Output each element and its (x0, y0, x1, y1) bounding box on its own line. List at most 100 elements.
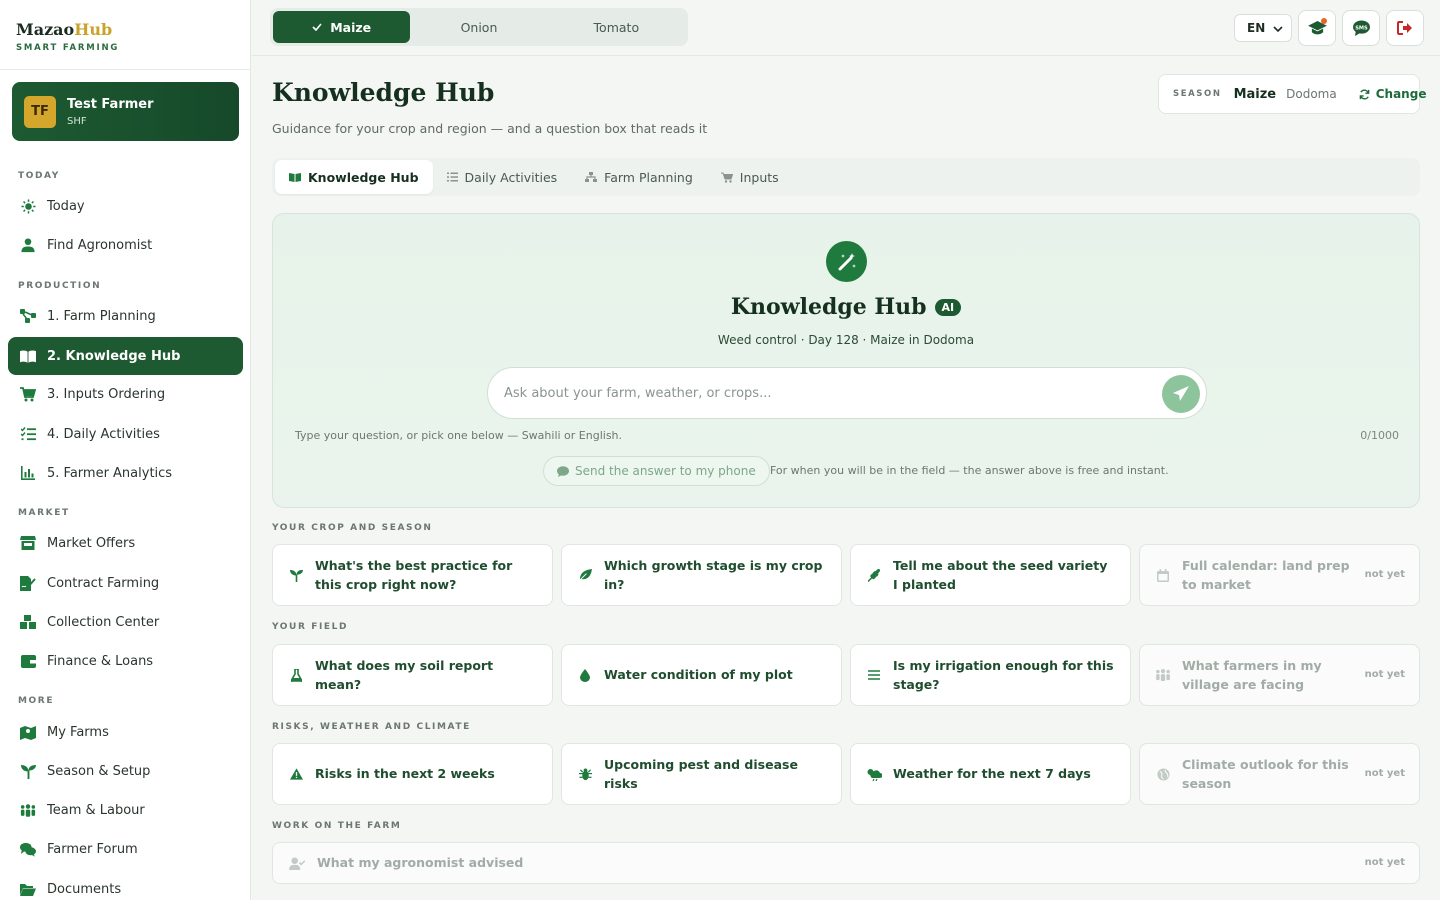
user-role: SHF (67, 115, 87, 127)
send-to-phone-button[interactable]: Send the answer to my phone (543, 456, 770, 486)
book-open-icon (289, 172, 301, 182)
page-title: Knowledge Hub (272, 78, 495, 107)
brand-subtitle: SMART FARMING (16, 43, 120, 53)
change-season-button[interactable]: Change (1359, 87, 1427, 101)
question-box (487, 367, 1207, 419)
crop-switcher: Maize Onion Tomato (270, 8, 688, 46)
question-card-label: What's the best practice for this crop r… (315, 557, 513, 592)
tab-daily-activities[interactable]: Daily Activities (433, 160, 572, 194)
sidebar-item-today[interactable]: Today (8, 187, 243, 225)
question-card-label: Upcoming pest and disease risks (604, 756, 798, 791)
logout-button[interactable] (1386, 10, 1424, 46)
sms-icon: SMS (1352, 20, 1370, 36)
training-button[interactable] (1298, 10, 1336, 46)
question-card-label: What my agronomist advised (317, 855, 524, 871)
sidebar-item-knowledge-hub[interactable]: 2. Knowledge Hub (8, 337, 243, 375)
top-bar: Maize Onion Tomato EN SMS (252, 0, 1440, 56)
question-card-label: Weather for the next 7 days (893, 766, 1091, 782)
question-card[interactable]: Risks in the next 2 weeks (272, 743, 553, 805)
sms-button[interactable]: SMS (1342, 10, 1380, 46)
question-card-label: Risks in the next 2 weeks (315, 766, 495, 782)
sidebar-item-collection-center[interactable]: Collection Center (8, 603, 243, 641)
notification-dot (1321, 18, 1327, 24)
user-card[interactable]: TF Test Farmer SHF (12, 82, 239, 141)
tab-farm-planning[interactable]: Farm Planning (571, 160, 707, 194)
sidebar-item-season-setup[interactable]: Season & Setup (8, 752, 243, 790)
question-card-label: Which growth stage is my crop in? (604, 557, 823, 592)
question-card[interactable]: Water condition of my plot (561, 644, 842, 706)
people-group-icon (20, 802, 36, 818)
book-open-icon (20, 348, 36, 364)
question-card[interactable]: Upcoming pest and disease risks (561, 743, 842, 805)
comment-icon (557, 465, 569, 477)
sidebar-item-market-offers[interactable]: Market Offers (8, 524, 243, 562)
sidebar-item-inputs-ordering[interactable]: 3. Inputs Ordering (8, 375, 243, 413)
people-group-icon (1154, 669, 1172, 681)
avatar: TF (24, 95, 56, 128)
question-card[interactable]: What's the best practice for this crop r… (272, 544, 553, 606)
globe-icon (1154, 767, 1172, 781)
sidebar-item-farmer-forum[interactable]: Farmer Forum (8, 830, 243, 868)
sidebar-item-documents[interactable]: Documents (8, 870, 243, 900)
question-card[interactable]: Tell me about the seed variety I planted (850, 544, 1131, 606)
crop-tab-label: Maize (330, 19, 372, 35)
sidebar-item-label: Market Offers (47, 535, 136, 551)
question-input[interactable] (504, 385, 1144, 401)
season-label: SEASON (1173, 89, 1222, 99)
sidebar-item-label: Documents (47, 881, 122, 897)
sidebar-item-find-agronomist[interactable]: Find Agronomist (8, 226, 243, 264)
send-to-phone-label: Send the answer to my phone (575, 464, 756, 478)
sidebar-item-label: Today (47, 198, 85, 214)
brand-name: MazaoHub (16, 20, 234, 39)
cart-icon (720, 172, 733, 183)
ai-badge: AI (934, 299, 962, 316)
tab-knowledge-hub[interactable]: Knowledge Hub (275, 160, 433, 194)
section-label-work: WORK ON THE FARM (272, 821, 402, 831)
language-select[interactable]: EN (1234, 14, 1292, 42)
sidebar-item-my-farms[interactable]: My Farms (8, 713, 243, 751)
question-hint: Type your question, or pick one below — … (295, 429, 623, 442)
brand[interactable]: MazaoHub SMART FARMING (0, 0, 250, 70)
question-card[interactable]: Which growth stage is my crop in? (561, 544, 842, 606)
calendar-icon (1154, 568, 1172, 582)
sidebar-item-finance-loans[interactable]: Finance & Loans (8, 642, 243, 680)
sidebar-item-label: 1. Farm Planning (47, 308, 156, 324)
section-tabs: Knowledge Hub Daily Activities Farm Plan… (272, 158, 1420, 196)
question-card[interactable]: Is my irrigation enough for this stage? (850, 644, 1131, 706)
user-name: Test Farmer (67, 96, 154, 112)
magic-wand-icon (826, 241, 867, 282)
knowledge-hub-panel: Knowledge Hub AI Weed control · Day 128 ·… (272, 213, 1420, 508)
comments-icon (20, 841, 36, 857)
sidebar-item-label: Find Agronomist (47, 237, 153, 253)
sidebar-item-label: Finance & Loans (47, 653, 154, 669)
svg-text:SMS: SMS (1355, 25, 1368, 31)
question-card-disabled: What my agronomist advised not yet (272, 842, 1420, 884)
sidebar-item-label: Contract Farming (47, 575, 160, 591)
question-card-label: What does my soil report mean? (315, 657, 494, 692)
question-card-label: What farmers in my village are facing (1182, 657, 1322, 692)
refresh-icon (1359, 89, 1370, 100)
sidebar-item-daily-activities[interactable]: 4. Daily Activities (8, 415, 243, 453)
cloud-sun-rain-icon (865, 768, 883, 781)
question-card[interactable]: Weather for the next 7 days (850, 743, 1131, 805)
tab-inputs[interactable]: Inputs (707, 160, 793, 194)
page-subtitle: Guidance for your crop and region — and … (272, 121, 708, 136)
sidebar-item-contract-farming[interactable]: Contract Farming (8, 564, 243, 602)
sidebar-item-team-labour[interactable]: Team & Labour (8, 791, 243, 829)
tab-label: Farm Planning (604, 169, 693, 185)
crop-tab-maize[interactable]: Maize (273, 11, 411, 43)
sidebar-item-label: 4. Daily Activities (47, 426, 160, 442)
sidebar-item-farmer-analytics[interactable]: 5. Farmer Analytics (8, 454, 243, 492)
sidebar-item-farm-planning[interactable]: 1. Farm Planning (8, 297, 243, 335)
paper-plane-icon (1173, 386, 1189, 402)
change-label: Change (1375, 87, 1427, 101)
send-button[interactable] (1162, 375, 1200, 413)
crop-tab-tomato[interactable]: Tomato (548, 11, 685, 43)
crop-tab-onion[interactable]: Onion (410, 11, 547, 43)
question-card-label: Full calendar: land prep to market (1182, 557, 1350, 592)
question-card-disabled: Climate outlook for this season not yet (1139, 743, 1420, 805)
wallet-icon (20, 653, 36, 669)
question-card[interactable]: What does my soil report mean? (272, 644, 553, 706)
logout-icon (1397, 21, 1413, 35)
nav-section-more: MORE (18, 696, 55, 706)
